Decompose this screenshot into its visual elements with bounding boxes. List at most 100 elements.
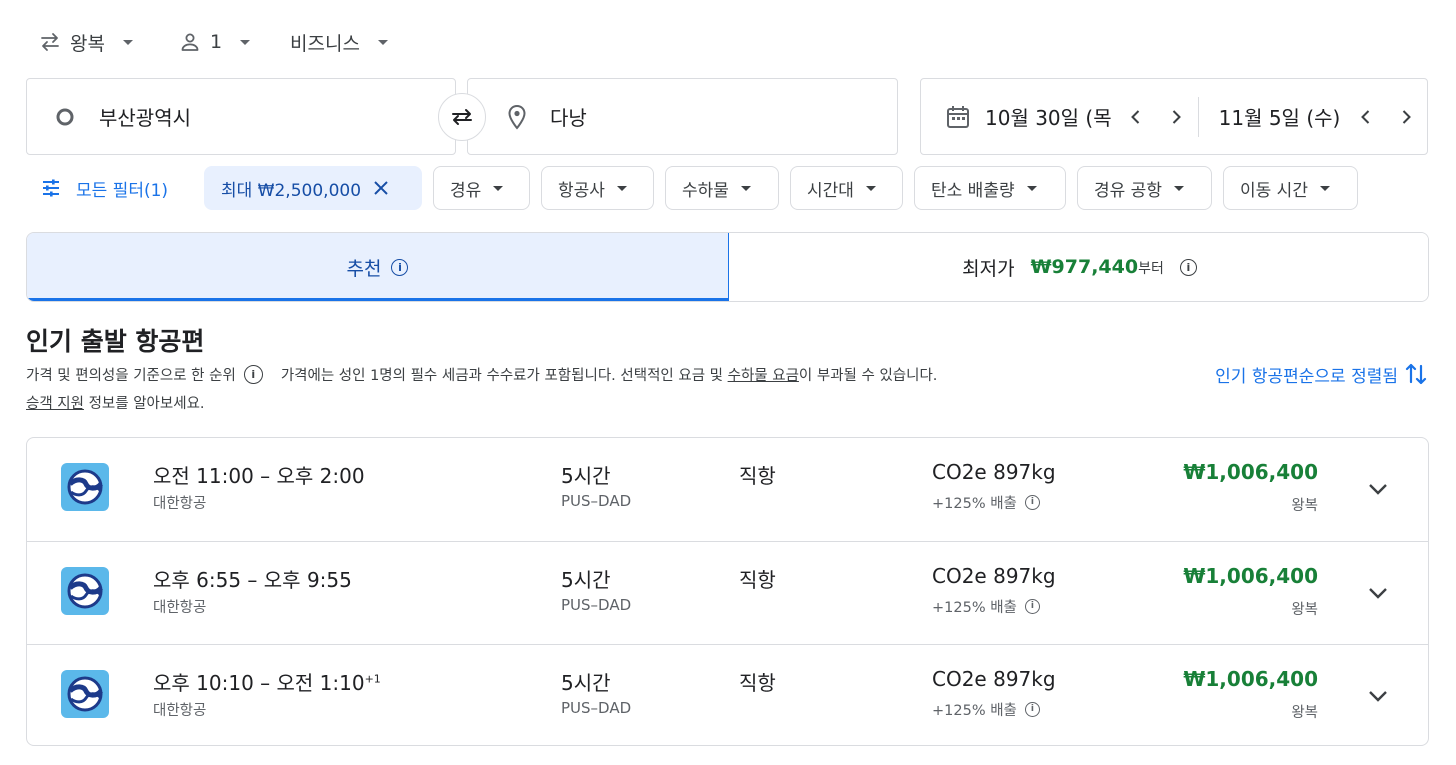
times-filter-chip[interactable]: 시간대 — [790, 166, 903, 210]
section-title: 인기 출발 항공편 — [26, 327, 205, 356]
chevron-down-icon — [740, 185, 751, 191]
return-prev-day-button[interactable] — [1356, 107, 1376, 127]
co2-emissions: CO2e 897kg — [932, 667, 1056, 691]
chevron-down-icon — [616, 185, 627, 191]
cabin-class-selector[interactable]: 비즈니스 — [290, 26, 388, 58]
info-icon[interactable]: i — [1024, 495, 1040, 510]
stops-filter-chip[interactable]: 경유 — [433, 166, 530, 210]
origin-field[interactable]: 부산광역시 — [26, 78, 456, 155]
korean-air-logo-icon — [67, 573, 103, 609]
tab-cheapest-price: ₩977,440부터 — [1031, 256, 1164, 278]
tab-cheapest[interactable]: 최저가 ₩977,440부터 i — [729, 233, 1428, 301]
chevron-right-icon — [1403, 109, 1412, 124]
airline-name: 대한항공 — [153, 703, 207, 719]
flight-times-text: 오후 10:10 – 오전 1:10 — [153, 671, 365, 695]
origin-value: 부산광역시 — [99, 106, 191, 130]
cheapest-price-suffix: 부터 — [1138, 261, 1164, 277]
chip-label: 이동 시간 — [1240, 180, 1308, 201]
flight-list: 오전 11:00 – 오후 2:00 대한항공 5시간 PUS–DAD 직항 C… — [26, 437, 1429, 746]
flight-stops: 직항 — [739, 464, 776, 488]
flight-price: ₩1,006,400 — [1183, 667, 1318, 691]
expand-flight-button[interactable] — [1364, 579, 1392, 607]
ranking-note-line: 가격 및 편의성을 기준으로 한 순위 i 가격에는 성인 1명의 필수 세금과… — [26, 364, 937, 385]
sort-label: 인기 항공편순으로 정렬됨 — [1215, 366, 1398, 387]
flight-duration: 5시간 — [561, 464, 611, 488]
expand-flight-button[interactable] — [1364, 475, 1392, 503]
flight-times: 오후 6:55 – 오후 9:55 — [153, 564, 352, 593]
destination-value: 다낭 — [550, 106, 587, 130]
price-filter-label: 최대 ₩2,500,000 — [221, 180, 362, 201]
info-icon[interactable]: i — [1024, 702, 1040, 717]
close-icon[interactable] — [373, 180, 389, 196]
passenger-count: 1 — [210, 31, 223, 53]
flight-row[interactable]: 오후 6:55 – 오후 9:55 대한항공 5시간 PUS–DAD 직항 CO… — [27, 541, 1428, 644]
chip-label: 항공사 — [558, 180, 605, 201]
info-icon[interactable]: i — [1179, 258, 1197, 276]
flight-times: 오전 11:00 – 오후 2:00 — [153, 460, 365, 489]
destination-field[interactable]: 다낭 — [467, 78, 898, 155]
flight-route: PUS–DAD — [561, 492, 632, 510]
swap-icon — [448, 105, 476, 129]
info-icon[interactable]: i — [243, 365, 263, 384]
duration-filter-chip[interactable]: 이동 시간 — [1223, 166, 1358, 210]
emissions-filter-chip[interactable]: 탄소 배출량 — [914, 166, 1066, 210]
passenger-selector[interactable]: 1 — [178, 26, 251, 58]
depart-next-day-button[interactable] — [1166, 107, 1186, 127]
flight-route: PUS–DAD — [561, 699, 632, 717]
chevron-down-icon — [493, 185, 504, 191]
chip-label: 경유 — [450, 180, 482, 201]
trip-type-selector[interactable]: 왕복 — [38, 26, 133, 58]
sort-order-button[interactable]: 인기 항공편순으로 정렬됨 — [1215, 360, 1428, 388]
date-range-field[interactable]: 10월 30일 (목 11월 5일 (수) — [920, 78, 1428, 155]
info-icon[interactable]: i — [1024, 599, 1040, 614]
tune-filters-icon — [40, 177, 62, 199]
chevron-right-icon — [1172, 109, 1181, 124]
trip-type-label: 왕복 — [70, 32, 105, 55]
chevron-down-icon — [122, 39, 133, 45]
chevron-down-icon — [240, 39, 251, 45]
swap-locations-button[interactable] — [438, 93, 486, 141]
depart-prev-day-button[interactable] — [1126, 107, 1146, 127]
expand-flight-button[interactable] — [1364, 682, 1392, 710]
chip-label: 수하물 — [682, 180, 729, 201]
all-filters-button[interactable]: 모든 필터(1) — [40, 166, 168, 210]
flight-row[interactable]: 오후 10:10 – 오전 1:10+1 대한항공 5시간 PUS–DAD 직항… — [27, 644, 1428, 745]
location-pin-icon — [506, 104, 528, 130]
price-filter-chip[interactable]: 최대 ₩2,500,000 — [204, 166, 422, 210]
trip-type-label: 왕복 — [1291, 705, 1318, 721]
help-note-text: 정보를 알아보세요. — [83, 396, 205, 412]
airline-filter-chip[interactable]: 항공사 — [541, 166, 654, 210]
korean-air-logo-icon — [67, 676, 103, 712]
flight-price: ₩1,006,400 — [1183, 564, 1318, 588]
trip-type-label: 왕복 — [1291, 498, 1318, 514]
price-note-text-end: 이 부과될 수 있습니다. — [798, 368, 938, 384]
flight-stops: 직항 — [739, 671, 776, 695]
ranking-note: 가격 및 편의성을 기준으로 한 순위 — [26, 368, 236, 384]
depart-date-section[interactable]: 10월 30일 (목 — [945, 79, 1198, 154]
passenger-assistance-link[interactable]: 승객 지원 — [26, 396, 84, 412]
chevron-down-icon — [865, 185, 876, 191]
info-icon[interactable]: i — [391, 258, 409, 276]
airline-logo — [61, 463, 109, 511]
baggage-fees-link[interactable]: 수하물 요금 — [728, 368, 799, 384]
cabin-class-label: 비즈니스 — [290, 32, 360, 55]
connecting-airport-filter-chip[interactable]: 경유 공항 — [1077, 166, 1212, 210]
flight-price: ₩1,006,400 — [1183, 460, 1318, 484]
flight-row[interactable]: 오전 11:00 – 오후 2:00 대한항공 5시간 PUS–DAD 직항 C… — [27, 438, 1428, 541]
flight-duration: 5시간 — [561, 568, 611, 592]
price-note: 가격에는 성인 1명의 필수 세금과 수수료가 포함됩니다. 선택적인 요금 및… — [281, 364, 938, 385]
co2-emissions: CO2e 897kg — [932, 460, 1056, 484]
airline-logo — [61, 567, 109, 615]
return-date-section[interactable]: 11월 5일 (수) — [1199, 79, 1417, 154]
emissions-text: +125% 배출 — [932, 496, 1017, 512]
airline-logo — [61, 670, 109, 718]
sort-tabs: 추천 i 최저가 ₩977,440부터 i — [26, 232, 1429, 302]
tab-cheapest-label: 최저가 — [962, 257, 1015, 280]
flight-times-text: 오전 11:00 – 오후 2:00 — [153, 464, 365, 488]
flight-times-text: 오후 6:55 – 오후 9:55 — [153, 568, 352, 592]
flight-route: PUS–DAD — [561, 596, 632, 614]
tab-recommended[interactable]: 추천 i — [27, 233, 729, 301]
chevron-left-icon — [1130, 109, 1139, 124]
return-next-day-button[interactable] — [1396, 107, 1416, 127]
baggage-filter-chip[interactable]: 수하물 — [665, 166, 779, 210]
